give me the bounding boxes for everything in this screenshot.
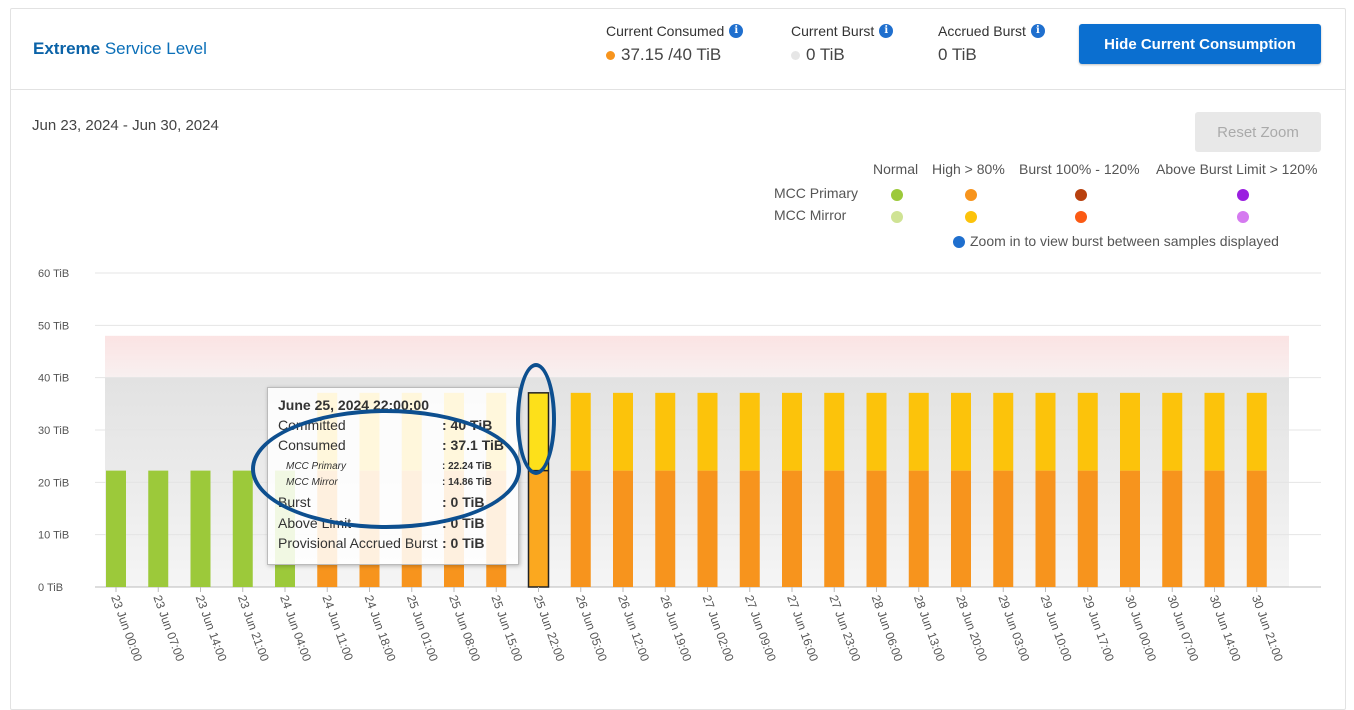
x-tick-label: 28 Jun 06:00: [869, 593, 906, 663]
bar-mcc-mirror: [908, 392, 929, 471]
x-tick-label: 23 Jun 21:00: [235, 593, 272, 663]
tooltip-row-value: : 0 TiB: [442, 535, 485, 551]
bar-mcc-primary: [782, 470, 802, 587]
bar-mcc-primary: [613, 470, 633, 587]
bar-mcc-mirror: [570, 392, 591, 471]
bar-mcc-mirror: [697, 392, 718, 471]
x-tick-label: 25 Jun 01:00: [404, 593, 441, 663]
bar-mcc-primary: [1035, 470, 1056, 587]
x-tick-label: 27 Jun 16:00: [784, 593, 821, 663]
bar-mcc-primary: [1204, 470, 1225, 587]
y-tick-label: 60 TiB: [38, 268, 69, 280]
bar-mcc-primary: [1077, 470, 1098, 587]
y-tick-label: 40 TiB: [38, 373, 69, 385]
bar-mcc-primary: [148, 470, 169, 587]
bar-mcc-mirror: [739, 392, 760, 471]
bar-mcc-primary: [697, 470, 718, 587]
x-tick-label: 30 Jun 00:00: [1122, 593, 1159, 663]
bar-mcc-primary: [1120, 470, 1140, 587]
bar-mcc-primary: [1162, 470, 1183, 587]
x-tick-label: 23 Jun 14:00: [193, 593, 230, 663]
annotation-ellipse: [516, 363, 556, 475]
y-tick-label: 30 TiB: [38, 425, 69, 437]
bar-mcc-mirror: [1077, 392, 1098, 471]
x-tick-label: 26 Jun 12:00: [615, 593, 652, 663]
x-tick-label: 30 Jun 14:00: [1207, 593, 1244, 663]
bar-mcc-primary: [232, 470, 253, 587]
x-tick-label: 24 Jun 11:00: [319, 593, 356, 662]
x-tick-label: 26 Jun 19:00: [657, 593, 694, 663]
bar-mcc-mirror: [1204, 392, 1225, 471]
x-tick-label: 24 Jun 04:00: [277, 593, 314, 663]
x-tick-label: 25 Jun 08:00: [446, 593, 483, 663]
bar-mcc-primary: [951, 470, 971, 587]
x-tick-label: 23 Jun 07:00: [150, 593, 187, 663]
bar-mcc-mirror: [655, 392, 676, 471]
y-tick-label: 10 TiB: [38, 530, 69, 542]
x-tick-label: 29 Jun 03:00: [995, 593, 1032, 663]
x-tick-label: 27 Jun 23:00: [826, 593, 863, 663]
x-tick-label: 30 Jun 21:00: [1249, 593, 1286, 663]
bar-mcc-primary: [528, 470, 549, 587]
bar-mcc-mirror: [1120, 392, 1140, 471]
x-tick-label: 28 Jun 13:00: [911, 593, 948, 663]
bar-mcc-primary: [190, 470, 211, 587]
bar-mcc-mirror: [993, 392, 1014, 471]
bar-mcc-primary: [655, 470, 676, 587]
x-tick-label: 27 Jun 09:00: [742, 593, 779, 663]
bar-mcc-primary: [908, 470, 929, 587]
y-tick-label: 50 TiB: [38, 320, 69, 332]
x-tick-label: 23 Jun 00:00: [108, 593, 145, 663]
bar-mcc-primary: [993, 470, 1014, 587]
bar-mcc-mirror: [824, 392, 845, 471]
consumption-chart[interactable]: 0 TiB 10 TiB 20 TiB 30 TiB 40 TiB 50 TiB 60 Ti…: [11, 9, 1345, 709]
bar-mcc-mirror: [1035, 392, 1056, 471]
burst-zone-band: [105, 335, 1289, 378]
bar-mcc-mirror: [1162, 392, 1183, 471]
bar-mcc-primary: [739, 470, 760, 587]
bar-mcc-primary: [824, 470, 845, 587]
x-tick-label: 28 Jun 20:00: [953, 593, 990, 663]
x-tick-label: 24 Jun 18:00: [362, 593, 399, 663]
x-tick-label: 25 Jun 22:00: [531, 593, 568, 663]
bar-mcc-mirror: [866, 392, 887, 471]
annotation-ellipse: [251, 409, 521, 529]
bar-mcc-primary: [866, 470, 887, 587]
y-tick-label: 20 TiB: [38, 477, 69, 489]
bar-mcc-mirror: [613, 392, 633, 471]
x-tick-label: 27 Jun 02:00: [700, 593, 737, 663]
y-tick-label: 0 TiB: [38, 582, 63, 594]
bar-mcc-mirror: [1246, 392, 1267, 471]
bar-mcc-mirror: [951, 392, 971, 471]
x-tick-label: 26 Jun 05:00: [573, 593, 610, 663]
x-tick-label: 29 Jun 17:00: [1080, 593, 1117, 663]
tooltip-row-label: Provisional Accrued Burst: [278, 535, 438, 551]
service-level-card: Extreme Service Level Current Consumed i …: [10, 8, 1346, 710]
bar-mcc-primary: [570, 470, 591, 587]
x-tick-label: 25 Jun 15:00: [488, 593, 525, 663]
x-tick-label: 29 Jun 10:00: [1038, 593, 1075, 663]
bar-mcc-mirror: [782, 392, 802, 471]
bar-mcc-primary: [106, 470, 126, 587]
bar-mcc-primary: [1246, 470, 1267, 587]
x-tick-label: 30 Jun 07:00: [1164, 593, 1201, 663]
